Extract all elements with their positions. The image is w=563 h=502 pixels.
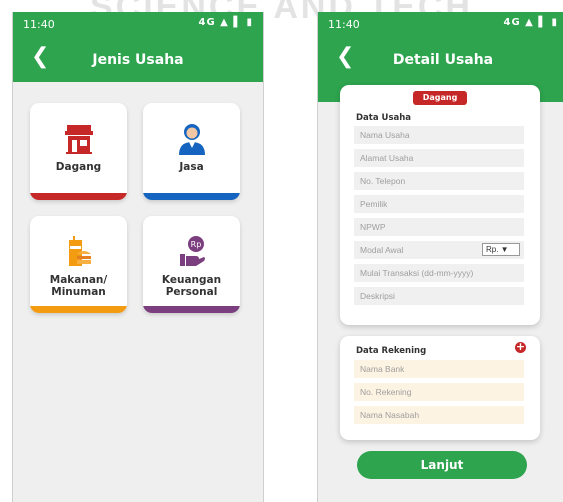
section-title-data-usaha: Data Usaha — [356, 113, 412, 123]
field-placeholder: No. Telepon — [360, 176, 406, 186]
field-placeholder: NPWP — [360, 222, 386, 232]
tile-label-line2: Minuman — [51, 286, 106, 298]
nama-usaha-field[interactable]: Nama Usaha — [354, 126, 524, 144]
tile-label-line1: Jasa — [179, 161, 204, 173]
field-placeholder: No. Rekening — [360, 387, 412, 397]
tile-label-line1: Dagang — [55, 161, 102, 173]
deskripsi-field[interactable]: Deskripsi — [354, 287, 524, 305]
person-icon — [143, 121, 240, 157]
tile-label: Dagang — [30, 161, 127, 173]
field-placeholder: Modal Awal — [360, 245, 404, 255]
nama-nasabah-field[interactable]: Nama Nasabah — [354, 406, 524, 424]
lanjut-button[interactable]: Lanjut — [357, 451, 527, 479]
signal-battery-icons: 4G ▲ ▌ ▮ — [503, 17, 558, 28]
field-placeholder: Alamat Usaha — [360, 153, 414, 163]
no-telepon-field[interactable]: No. Telepon — [354, 172, 524, 190]
svg-text:Rp: Rp — [190, 240, 201, 249]
tile-dagang[interactable]: Dagang — [30, 103, 127, 200]
field-placeholder: Nama Usaha — [360, 130, 410, 140]
field-placeholder: Pemilik — [360, 199, 388, 209]
field-placeholder: Nama Bank — [360, 364, 405, 374]
food-drink-icon — [30, 234, 127, 270]
tile-color-stripe — [30, 306, 127, 313]
phone-screen-jenis-usaha: 11:40 4G ▲ ▌ ▮ ❮ Jenis Usaha Dagang Jasa… — [12, 12, 264, 502]
add-account-button[interactable]: + — [515, 341, 526, 353]
store-icon — [30, 121, 127, 157]
tile-color-stripe — [143, 193, 240, 200]
tile-color-stripe — [30, 193, 127, 200]
category-badge: Dagang — [413, 91, 467, 105]
pemilik-field[interactable]: Pemilik — [354, 195, 524, 213]
tile-label-line1: Makanan/ — [49, 274, 108, 286]
modal-awal-field[interactable]: Modal Awal Rp. ▼ — [354, 241, 524, 259]
field-placeholder: Mulai Transaksi (dd-mm-yyyy) — [360, 268, 474, 278]
page-title: Jenis Usaha — [92, 52, 184, 68]
status-bar: 11:40 4G ▲ ▌ ▮ — [318, 12, 563, 38]
field-placeholder: Deskripsi — [360, 291, 395, 301]
status-time: 11:40 — [328, 18, 360, 31]
tile-label: Keuangan Personal — [143, 274, 240, 298]
status-time: 11:40 — [23, 18, 55, 31]
npwp-field[interactable]: NPWP — [354, 218, 524, 236]
currency-dropdown[interactable]: Rp. ▼ — [482, 243, 520, 256]
mulai-transaksi-field[interactable]: Mulai Transaksi (dd-mm-yyyy) — [354, 264, 524, 282]
app-bar: ❮ Jenis Usaha — [13, 38, 263, 82]
status-bar: 11:40 4G ▲ ▌ ▮ — [13, 12, 263, 38]
nama-bank-field[interactable]: Nama Bank — [354, 360, 524, 378]
tile-label: Jasa — [143, 161, 240, 173]
data-rekening-card: Data Rekening + Nama Bank No. Rekening N… — [340, 336, 540, 440]
app-bar: ❮ Detail Usaha — [318, 38, 563, 82]
tile-keuangan-personal[interactable]: Rp Keuangan Personal — [143, 216, 240, 313]
phone-screen-detail-usaha: 11:40 4G ▲ ▌ ▮ ❮ Detail Usaha Dagang Dat… — [317, 12, 563, 502]
alamat-usaha-field[interactable]: Alamat Usaha — [354, 149, 524, 167]
tile-label: Makanan/ Minuman — [30, 274, 127, 298]
tile-color-stripe — [143, 306, 240, 313]
tile-label-line1: Keuangan — [161, 274, 222, 286]
data-usaha-card: Dagang Data Usaha Nama Usaha Alamat Usah… — [340, 85, 540, 325]
tile-label-line2: Personal — [165, 286, 218, 298]
section-title-data-rekening: Data Rekening — [356, 346, 427, 356]
money-hand-icon: Rp — [143, 234, 240, 270]
tile-jasa[interactable]: Jasa — [143, 103, 240, 200]
page-title: Detail Usaha — [392, 52, 494, 68]
no-rekening-field[interactable]: No. Rekening — [354, 383, 524, 401]
field-placeholder: Nama Nasabah — [360, 410, 420, 420]
tile-makanan-minuman[interactable]: Makanan/ Minuman — [30, 216, 127, 313]
signal-battery-icons: 4G ▲ ▌ ▮ — [198, 17, 253, 28]
